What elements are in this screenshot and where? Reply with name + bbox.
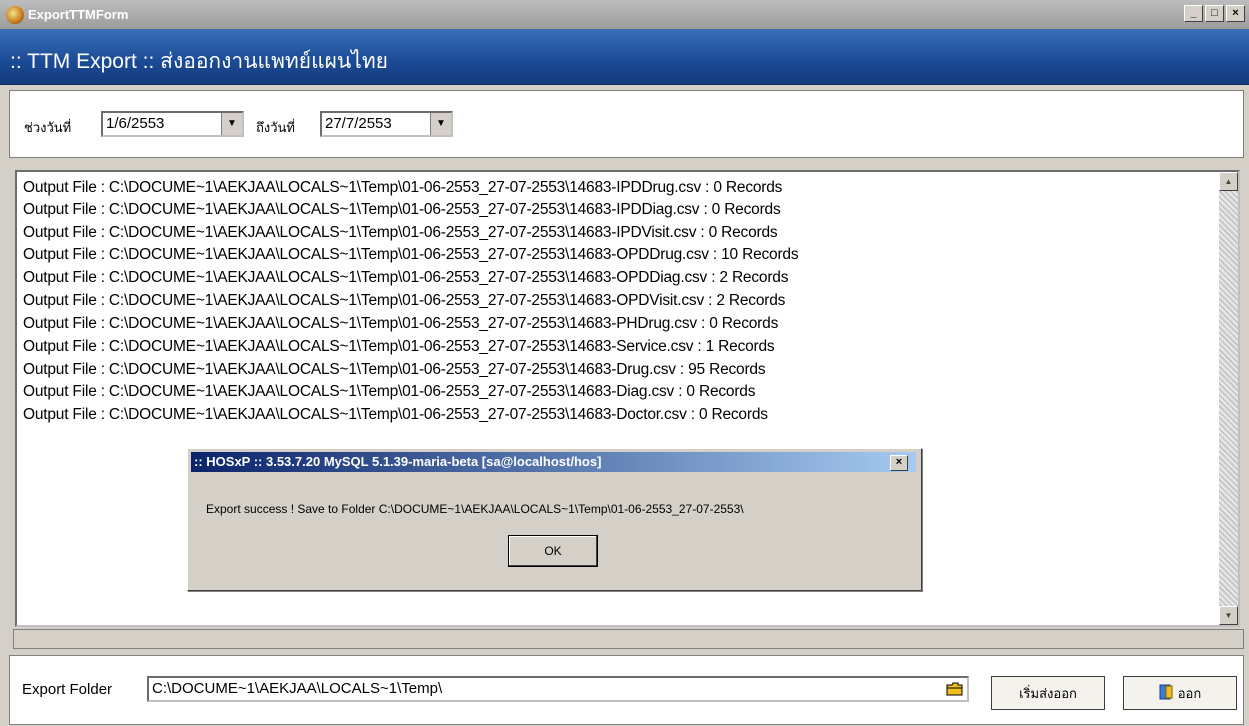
date-range-panel: ช่วงวันที่ 1/6/2553 ▼ ถึงวันที่ 27/7/255… <box>9 90 1244 158</box>
vertical-scrollbar[interactable]: ▲ ▼ <box>1219 172 1238 625</box>
to-date-value: 27/7/2553 <box>325 115 392 132</box>
dialog-titlebar: :: HOSxP :: 3.53.7.20 MySQL 5.1.39-maria… <box>191 452 916 472</box>
log-line: Output File : C:\DOCUME~1\AEKJAA\LOCALS~… <box>23 269 789 286</box>
log-line: Output File : C:\DOCUME~1\AEKJAA\LOCALS~… <box>23 201 781 218</box>
log-line: Output File : C:\DOCUME~1\AEKJAA\LOCALS~… <box>23 315 779 332</box>
to-date-label: ถึงวันที่ <box>256 120 295 135</box>
export-folder-field[interactable]: C:\DOCUME~1\AEKJAA\LOCALS~1\Temp\ <box>147 676 969 702</box>
log-line: Output File : C:\DOCUME~1\AEKJAA\LOCALS~… <box>23 361 766 378</box>
log-line: Output File : C:\DOCUME~1\AEKJAA\LOCALS~… <box>23 383 756 400</box>
ok-button[interactable]: OK <box>508 535 598 567</box>
maximize-button[interactable]: □ <box>1205 5 1224 22</box>
export-folder-value: C:\DOCUME~1\AEKJAA\LOCALS~1\Temp\ <box>152 680 443 697</box>
folder-icon[interactable] <box>945 680 964 698</box>
log-line: Output File : C:\DOCUME~1\AEKJAA\LOCALS~… <box>23 224 778 241</box>
ok-label: OK <box>544 544 562 558</box>
window-controls: _ □ × <box>1184 5 1245 22</box>
window-title: ExportTTMForm <box>28 7 129 22</box>
window-titlebar: ExportTTMForm _ □ × <box>0 0 1249 29</box>
from-date-combo[interactable]: 1/6/2553 ▼ <box>101 111 244 137</box>
export-panel: Export Folder C:\DOCUME~1\AEKJAA\LOCALS~… <box>9 655 1244 725</box>
exit-button[interactable]: ออก <box>1123 676 1237 710</box>
from-date-label: ช่วงวันที่ <box>24 120 72 135</box>
exit-label: ออก <box>1177 685 1202 701</box>
to-date-combo[interactable]: 27/7/2553 ▼ <box>320 111 453 137</box>
dropdown-arrow-icon[interactable]: ▼ <box>430 113 451 135</box>
exit-door-icon <box>1159 684 1173 703</box>
header-banner: :: TTM Export :: ส่งออกงานแพทย์แผนไทย <box>0 29 1249 85</box>
status-bar <box>13 629 1244 649</box>
message-dialog: :: HOSxP :: 3.53.7.20 MySQL 5.1.39-maria… <box>187 448 922 591</box>
from-date-value: 1/6/2553 <box>106 115 165 132</box>
scroll-up-icon[interactable]: ▲ <box>1219 172 1238 191</box>
dialog-message: Export success ! Save to Folder C:\DOCUM… <box>206 502 744 516</box>
start-export-button[interactable]: เริ่มส่งออก <box>991 676 1105 710</box>
page-title: :: TTM Export :: ส่งออกงานแพทย์แผนไทย <box>10 50 388 73</box>
log-line: Output File : C:\DOCUME~1\AEKJAA\LOCALS~… <box>23 246 799 263</box>
log-line: Output File : C:\DOCUME~1\AEKJAA\LOCALS~… <box>23 179 783 196</box>
dialog-close-button[interactable]: × <box>890 455 908 471</box>
start-export-label: เริ่มส่งออก <box>1019 685 1077 701</box>
scroll-down-icon[interactable]: ▼ <box>1219 606 1238 625</box>
log-line: Output File : C:\DOCUME~1\AEKJAA\LOCALS~… <box>23 406 768 423</box>
dialog-title: :: HOSxP :: 3.53.7.20 MySQL 5.1.39-maria… <box>194 454 602 469</box>
log-line: Output File : C:\DOCUME~1\AEKJAA\LOCALS~… <box>23 338 775 355</box>
close-button[interactable]: × <box>1226 5 1245 22</box>
minimize-button[interactable]: _ <box>1184 5 1203 22</box>
app-icon <box>6 5 24 24</box>
export-folder-label: Export Folder <box>22 681 113 698</box>
log-line: Output File : C:\DOCUME~1\AEKJAA\LOCALS~… <box>23 292 786 309</box>
dropdown-arrow-icon[interactable]: ▼ <box>221 113 242 135</box>
